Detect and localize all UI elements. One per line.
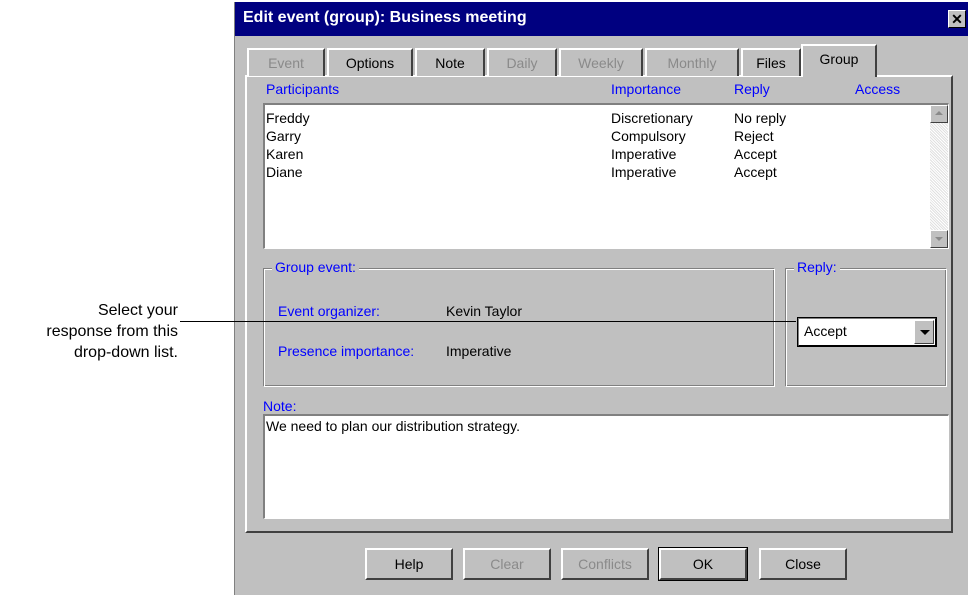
close-window-button[interactable]: ✕	[948, 10, 966, 28]
tab-note[interactable]: Note	[415, 48, 485, 76]
callout-line-1: Select your	[97, 302, 178, 319]
participant-row[interactable]: Garry Compulsory Reject	[265, 127, 948, 145]
participants-list[interactable]: Freddy Discretionary No reply Garry Comp…	[263, 103, 949, 249]
participant-importance: Imperative	[611, 146, 677, 162]
participant-reply: No reply	[734, 110, 787, 126]
participants-scrollbar[interactable]	[930, 105, 948, 248]
help-button[interactable]: Help	[365, 548, 453, 580]
title-bar[interactable]: Edit event (group): Business meeting ✕	[235, 2, 968, 36]
edit-event-dialog: Edit event (group): Business meeting ✕ E…	[234, 2, 968, 595]
participant-row[interactable]: Karen Imperative Accept	[265, 145, 948, 163]
event-organizer-label: Event organizer:	[278, 303, 380, 319]
callout-line-2: response from this	[46, 323, 178, 340]
callout-leader-line	[180, 321, 796, 322]
column-header-reply[interactable]: Reply	[734, 81, 770, 97]
participant-reply: Reject	[734, 128, 774, 144]
dialog-title: Edit event (group): Business meeting	[243, 9, 527, 26]
participant-name: Diane	[266, 164, 303, 180]
reply-selected-value: Accept	[804, 323, 847, 339]
tab-files[interactable]: Files	[741, 48, 801, 76]
presence-importance-value: Imperative	[446, 343, 512, 359]
tab-group[interactable]: Group	[801, 44, 877, 77]
tab-monthly[interactable]: Monthly	[645, 48, 739, 76]
participant-name: Garry	[266, 128, 301, 144]
note-text: We need to plan our distribution strateg…	[266, 418, 520, 434]
participant-name: Freddy	[266, 110, 310, 126]
scroll-up-arrow-icon[interactable]	[930, 105, 948, 123]
callout-line-3: drop-down list.	[73, 344, 178, 361]
tab-weekly[interactable]: Weekly	[559, 48, 643, 76]
column-header-importance[interactable]: Importance	[611, 81, 681, 97]
reply-dropdown[interactable]: Accept	[797, 317, 937, 347]
event-organizer-value: Kevin Taylor	[446, 303, 523, 319]
callout-text: Select your response from this drop-down…	[0, 300, 178, 363]
participant-importance: Compulsory	[611, 128, 686, 144]
participant-row[interactable]: Freddy Discretionary No reply	[265, 109, 948, 127]
participant-reply: Accept	[734, 164, 777, 180]
participant-importance: Imperative	[611, 164, 677, 180]
column-header-access[interactable]: Access	[855, 81, 900, 97]
note-textarea[interactable]: We need to plan our distribution strateg…	[263, 414, 949, 519]
participant-reply: Accept	[734, 146, 777, 162]
close-button[interactable]: Close	[759, 548, 847, 580]
participant-importance: Discretionary	[611, 110, 693, 126]
tab-options[interactable]: Options	[327, 48, 413, 76]
tab-daily[interactable]: Daily	[487, 48, 557, 76]
column-header-participants[interactable]: Participants	[266, 81, 339, 97]
group-event-box: Group event: Event organizer: Kevin Tayl…	[263, 259, 775, 387]
clear-button[interactable]: Clear	[463, 548, 551, 580]
group-event-legend: Group event:	[272, 259, 359, 275]
ok-button[interactable]: OK	[658, 547, 748, 581]
participant-name: Karen	[266, 146, 304, 162]
conflicts-button[interactable]: Conflicts	[561, 548, 649, 580]
reply-legend: Reply:	[794, 259, 840, 275]
chevron-down-icon[interactable]	[914, 320, 934, 344]
presence-importance-label: Presence importance:	[278, 343, 415, 359]
tab-event[interactable]: Event	[247, 48, 325, 76]
scroll-down-arrow-icon[interactable]	[930, 230, 948, 248]
participant-row[interactable]: Diane Imperative Accept	[265, 163, 948, 181]
note-label: Note:	[263, 398, 297, 414]
close-icon: ✕	[951, 11, 963, 27]
